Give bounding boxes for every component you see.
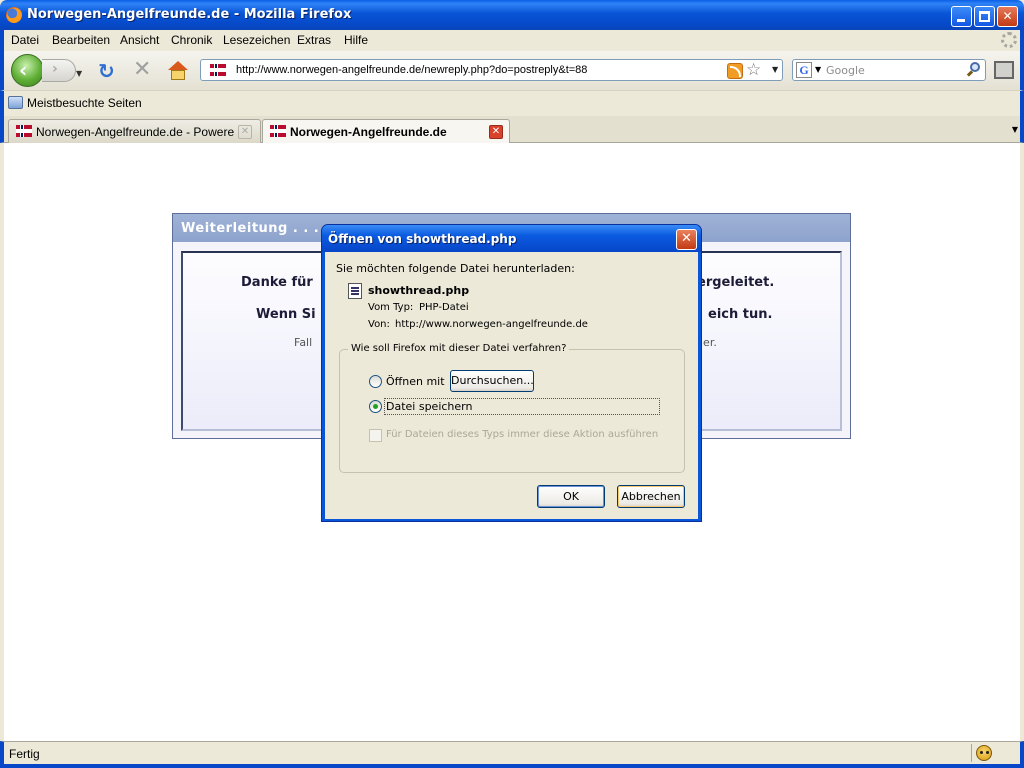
window-titlebar[interactable]: Norwegen-Angelfreunde.de - Mozilla Firef…: [0, 0, 1024, 30]
dialog-from-value: http://www.norwegen-angelfreunde.de: [395, 319, 588, 330]
forward-arrow-icon: ›: [52, 61, 58, 77]
cancel-button[interactable]: Abbrechen: [617, 485, 685, 508]
close-icon: ✕: [1002, 9, 1013, 23]
addon-smiley-icon[interactable]: [976, 745, 992, 761]
search-icon[interactable]: [966, 62, 981, 77]
menu-chronik[interactable]: Chronik: [171, 33, 212, 47]
bookmarks-toolbar: Meistbesuchte Seiten: [0, 90, 1024, 116]
throbber-icon: [1001, 32, 1017, 48]
bookmark-folder-icon: [8, 96, 23, 109]
menu-extras[interactable]: Extras: [297, 33, 331, 47]
redirect-title: Weiterleitung . . .: [181, 221, 320, 236]
action-group-legend: Wie soll Firefox mit dieser Datei verfah…: [348, 343, 570, 354]
tab-label: Norwegen-Angelfreunde.de: [290, 125, 447, 139]
redirect-fallback-link[interactable]: Fall: [294, 336, 312, 349]
menu-hilfe[interactable]: Hilfe: [344, 33, 368, 47]
tab-powered[interactable]: Norwegen-Angelfreunde.de - Powered ... ✕: [8, 119, 261, 143]
menu-datei[interactable]: Datei: [11, 33, 39, 47]
redirect-thanks-text-end: ergeleitet.: [697, 275, 775, 290]
action-groupbox: Wie soll Firefox mit dieser Datei verfah…: [339, 343, 685, 473]
tab-favicon-icon: [270, 125, 286, 137]
search-bar[interactable]: G ▼ Google: [792, 59, 986, 81]
stop-icon[interactable]: ✕: [133, 59, 151, 81]
dialog-type-label: Vom Typ:: [368, 302, 414, 313]
sidebar-toggle-icon[interactable]: [994, 61, 1014, 79]
close-window-button[interactable]: ✕: [997, 6, 1018, 27]
tab-close-icon[interactable]: ✕: [489, 125, 503, 139]
menu-lesezeichen[interactable]: Lesezeichen: [223, 33, 290, 47]
save-file-radio[interactable]: [369, 400, 382, 413]
rss-feed-icon[interactable]: [727, 63, 743, 79]
open-with-label[interactable]: Öffnen mit: [386, 375, 445, 388]
dialog-type-value: PHP-Datei: [419, 302, 469, 313]
dialog-title: Öffnen von showthread.php: [328, 232, 517, 246]
redirect-wait-text-end: eich tun.: [708, 307, 773, 322]
tab-list-dropdown-icon[interactable]: ▼: [1007, 119, 1023, 141]
url-text[interactable]: http://www.norwegen-angelfreunde.de/newr…: [236, 64, 587, 76]
firefox-logo-icon: [6, 7, 22, 23]
google-engine-icon[interactable]: G: [796, 62, 812, 78]
back-button[interactable]: ‹: [11, 54, 44, 87]
minimize-icon: [957, 19, 965, 22]
reload-icon[interactable]: ↻: [98, 61, 115, 81]
menu-bar: Datei Bearbeiten Ansicht Chronik Lesezei…: [0, 30, 1024, 51]
always-do-checkbox[interactable]: [369, 429, 382, 442]
search-engine-dropdown-icon[interactable]: ▼: [815, 65, 821, 74]
dialog-filename: showthread.php: [368, 284, 470, 297]
menu-ansicht[interactable]: Ansicht: [120, 33, 159, 47]
forward-button[interactable]: ›: [42, 59, 76, 82]
url-bar[interactable]: http://www.norwegen-angelfreunde.de/newr…: [200, 59, 783, 81]
dialog-titlebar[interactable]: Öffnen von showthread.php ✕: [322, 225, 701, 252]
home-icon[interactable]: [167, 61, 189, 81]
menu-bearbeiten[interactable]: Bearbeiten: [52, 33, 110, 47]
ok-button[interactable]: OK: [537, 485, 605, 508]
maximize-button[interactable]: [974, 6, 995, 27]
status-divider: [971, 744, 972, 762]
history-dropdown-icon[interactable]: ▼: [76, 69, 82, 78]
search-input[interactable]: Google: [826, 64, 865, 77]
redirect-thanks-text: Danke für: [241, 275, 313, 290]
open-with-radio[interactable]: [369, 375, 382, 388]
tab-favicon-icon: [16, 125, 32, 137]
dialog-intro: Sie möchten folgende Datei herunterladen…: [336, 262, 575, 275]
minimize-button[interactable]: [951, 6, 972, 27]
maximize-icon: [979, 11, 990, 22]
browse-button[interactable]: Durchsuchen...: [450, 370, 534, 392]
bookmark-meistbesuchte[interactable]: Meistbesuchte Seiten: [27, 96, 142, 110]
dialog-from-label: Von:: [368, 319, 390, 330]
url-dropdown-icon[interactable]: ▼: [772, 65, 778, 74]
php-file-icon: [348, 283, 362, 299]
back-arrow-icon: ‹: [19, 58, 28, 82]
save-file-label[interactable]: Datei speichern: [386, 400, 472, 413]
bookmark-star-icon[interactable]: ☆: [746, 60, 761, 80]
always-do-label[interactable]: Für Dateien dieses Typs immer diese Akti…: [386, 429, 658, 440]
status-bar: Fertig: [0, 741, 1024, 768]
tab-active[interactable]: Norwegen-Angelfreunde.de ✕: [262, 119, 510, 144]
dialog-body: Sie möchten folgende Datei herunterladen…: [325, 252, 698, 519]
tab-label: Norwegen-Angelfreunde.de - Powered ...: [36, 125, 234, 139]
site-favicon-icon: [210, 64, 226, 76]
navigation-toolbar: ‹ › ▼ ↻ ✕ http://www.norwegen-angelfreun…: [0, 51, 1024, 90]
tab-close-icon[interactable]: ✕: [238, 125, 252, 139]
download-dialog: Öffnen von showthread.php ✕ Sie möchten …: [321, 224, 702, 522]
dialog-close-button[interactable]: ✕: [676, 229, 697, 250]
tab-strip: Norwegen-Angelfreunde.de - Powered ... ✕…: [0, 116, 1024, 144]
redirect-fallback-link-end[interactable]: ier.: [700, 336, 717, 349]
window-title: Norwegen-Angelfreunde.de - Mozilla Firef…: [27, 7, 352, 22]
status-text: Fertig: [9, 747, 40, 761]
redirect-wait-text: Wenn Si: [256, 307, 316, 322]
